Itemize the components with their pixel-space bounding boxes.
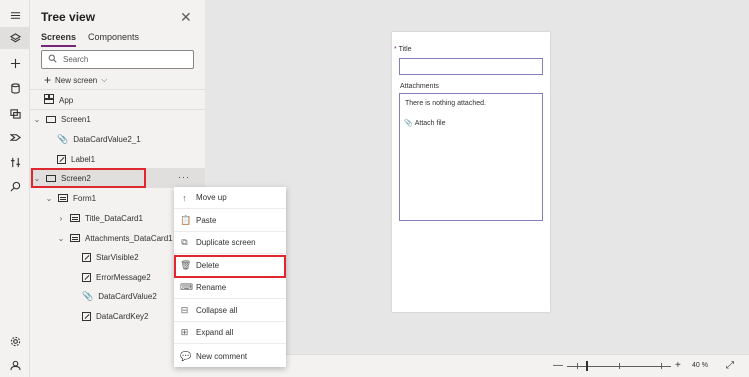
tab-components[interactable]: Components	[88, 32, 139, 47]
expand-icon: ⊞	[180, 327, 189, 337]
tree-item-label: App	[59, 95, 74, 105]
duplicate-icon: ⧉	[181, 237, 188, 247]
tree-item-label: DataCardKey2	[96, 311, 149, 321]
paste-icon: 📋	[180, 215, 192, 225]
app-grid-icon	[44, 94, 54, 106]
media-icon[interactable]	[8, 106, 22, 120]
power-automate-icon[interactable]	[8, 130, 22, 144]
tree-item-label: StarVisible2	[96, 252, 139, 262]
divider	[30, 89, 205, 90]
label-icon	[82, 272, 91, 282]
tree-item-title-datacard1[interactable]: › Title_DataCard1	[57, 209, 143, 227]
tree-item-label1[interactable]: Label1	[57, 150, 95, 168]
menu-item-new-comment[interactable]: 💬 New comment	[174, 345, 286, 367]
chevron-down-icon[interactable]: ⌄	[45, 194, 53, 203]
advanced-tools-icon[interactable]	[8, 155, 22, 169]
menu-item-move-up[interactable]: ↑ Move up	[174, 187, 286, 209]
label-icon	[57, 154, 66, 164]
panel-title: Tree view	[41, 10, 96, 24]
panel-tabs: Screens Components	[41, 32, 139, 47]
tree-item-app[interactable]: App	[44, 91, 73, 109]
zoom-in-button[interactable]: +	[675, 360, 681, 371]
settings-gear-icon[interactable]	[8, 334, 22, 348]
comment-icon: 💬	[180, 350, 192, 361]
zoom-out-button[interactable]: —	[553, 360, 563, 371]
zoom-percent: 40 %	[692, 362, 708, 369]
new-screen-button[interactable]: + New screen ⌵	[44, 73, 107, 87]
search-input[interactable]: Search	[41, 50, 194, 69]
tree-item-label: ErrorMessage2	[96, 272, 151, 282]
tree-item-errormessage2[interactable]: ErrorMessage2	[82, 268, 151, 286]
required-asterisk: *	[394, 46, 397, 53]
paperclip-icon: 📎	[82, 290, 94, 301]
label-icon	[82, 252, 91, 262]
label-icon	[82, 311, 91, 321]
chevron-down-icon[interactable]: ⌄	[33, 115, 41, 124]
fit-to-window-icon[interactable]: ⤢	[726, 360, 734, 371]
menu-item-duplicate-screen[interactable]: ⧉ Duplicate screen	[174, 232, 286, 254]
datacard-icon	[70, 214, 80, 222]
paperclip-icon: 📎	[404, 120, 413, 127]
zoom-tick	[661, 363, 662, 369]
virtual-agent-icon[interactable]	[8, 358, 22, 372]
screen-icon	[46, 115, 56, 123]
tree-item-label: Title_DataCard1	[85, 213, 143, 223]
tree-item-starvisible2[interactable]: StarVisible2	[82, 248, 139, 266]
chevron-right-icon[interactable]: ›	[57, 214, 65, 223]
chevron-down-icon: ⌵	[101, 75, 108, 84]
tree-item-label: Screen1	[61, 114, 91, 124]
tree-item-label: Attachments_DataCard1	[85, 233, 173, 243]
data-cylinder-icon[interactable]	[8, 81, 22, 95]
attachments-control[interactable]: There is nothing attached. 📎 Attach file	[399, 93, 543, 221]
more-options-icon[interactable]: ···	[178, 172, 190, 182]
tree-item-datacardkey2[interactable]: DataCardKey2	[82, 307, 148, 325]
form-preview: * Title Attachments There is nothing att…	[392, 32, 550, 312]
chevron-down-icon[interactable]: ⌄	[57, 234, 65, 243]
tree-item-label: Label1	[71, 154, 96, 164]
attachments-label: Attachments	[400, 83, 439, 90]
tree-item-attachments-datacard1[interactable]: ⌄ Attachments_DataCard1	[57, 229, 173, 247]
search-rail-icon[interactable]	[8, 179, 22, 193]
delete-highlight-box	[174, 255, 286, 278]
search-placeholder: Search	[63, 55, 89, 64]
tree-item-label: DataCardValue2_1	[73, 134, 141, 144]
tree-item-label: DataCardValue2	[98, 291, 157, 301]
form-icon	[58, 194, 68, 202]
screen2-highlight-box	[31, 168, 146, 188]
left-rail	[0, 0, 30, 377]
hamburger-menu-icon[interactable]	[8, 8, 22, 22]
search-icon	[48, 54, 57, 65]
insert-plus-icon[interactable]	[8, 56, 22, 70]
tree-item-screen1[interactable]: ⌄ Screen1	[33, 110, 91, 128]
zoom-tick	[577, 363, 578, 369]
plus-icon: +	[44, 73, 52, 87]
rename-icon: ⌨	[180, 282, 193, 292]
paperclip-icon: 📎	[57, 133, 69, 144]
menu-item-expand-all[interactable]: ⊞ Expand all	[174, 322, 286, 344]
zoom-tick	[619, 363, 620, 369]
menu-item-rename[interactable]: ⌨ Rename	[174, 277, 286, 299]
title-field-label: * Title	[394, 46, 412, 53]
attach-file-link[interactable]: 📎 Attach file	[404, 119, 445, 128]
datacard-icon	[70, 234, 80, 242]
menu-item-paste[interactable]: 📋 Paste	[174, 210, 286, 232]
tree-item-datacardvalue2[interactable]: 📎 DataCardValue2	[82, 287, 157, 305]
tree-item-datacardvalue2-1[interactable]: 📎 DataCardValue2_1	[57, 130, 141, 148]
tab-screens[interactable]: Screens	[41, 32, 77, 47]
tree-item-label: Form1	[73, 193, 97, 203]
close-icon[interactable]: ✕	[180, 9, 192, 26]
title-input[interactable]	[399, 58, 543, 75]
bottom-bar: — + 40 % ⤢	[205, 354, 749, 377]
collapse-icon: ⊟	[180, 305, 189, 315]
menu-item-collapse-all[interactable]: ⊟ Collapse all	[174, 300, 286, 322]
tree-item-form1[interactable]: ⌄ Form1	[45, 189, 96, 207]
new-screen-label: New screen	[55, 75, 98, 85]
zoom-slider-thumb[interactable]	[586, 361, 588, 371]
tree-view-layers-icon[interactable]	[0, 27, 30, 49]
nothing-attached-text: There is nothing attached.	[405, 100, 486, 107]
arrow-up-icon: ↑	[182, 192, 187, 203]
